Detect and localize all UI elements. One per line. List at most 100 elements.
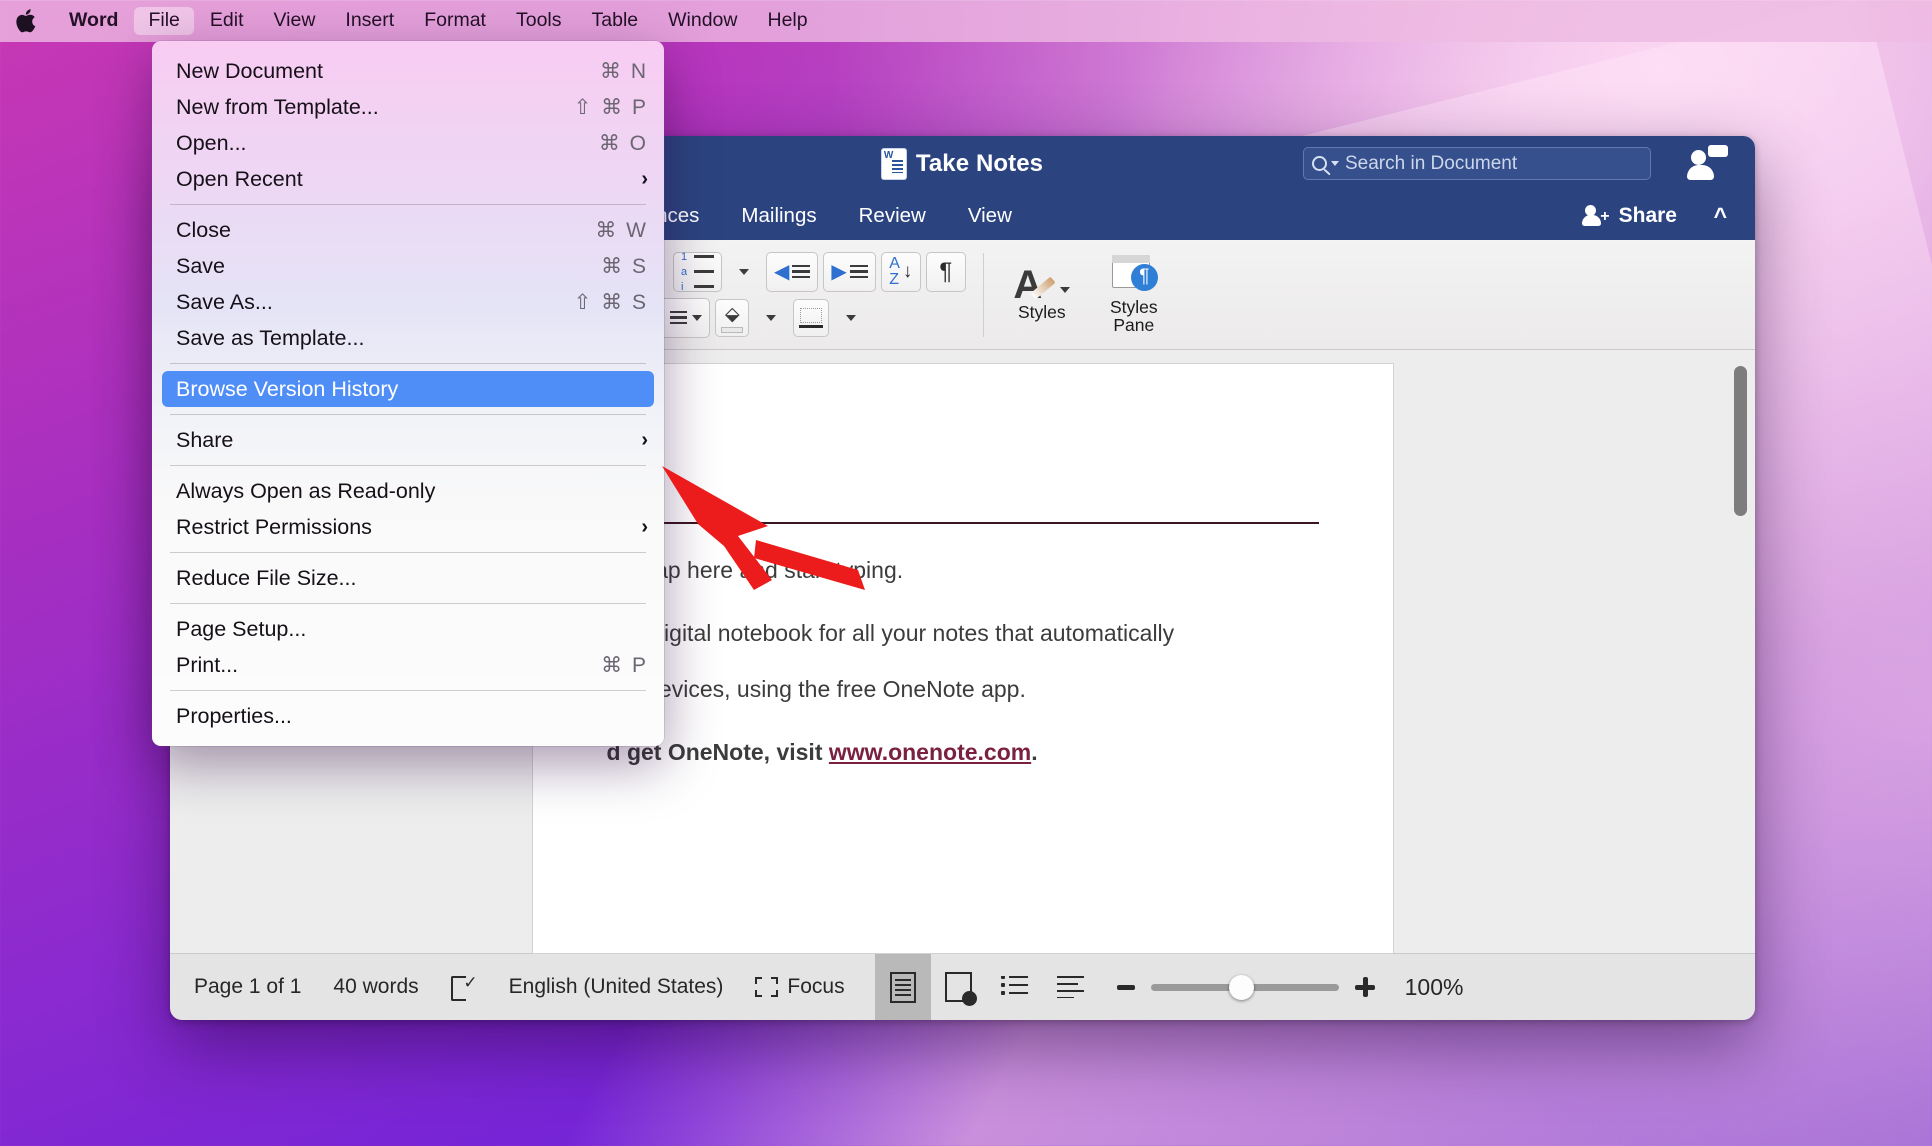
vertical-scrollbar[interactable]: [1734, 366, 1747, 516]
menu-item-label: New Document: [176, 58, 323, 83]
word-count[interactable]: 40 words: [317, 975, 434, 999]
ribbon-tab-review[interactable]: Review: [838, 200, 947, 232]
menubar-item-edit[interactable]: Edit: [196, 7, 258, 35]
language-indicator[interactable]: English (United States): [493, 975, 740, 999]
menu-item-label: Close: [176, 217, 231, 242]
menu-item-label: Share: [176, 427, 234, 452]
print-layout-view-button[interactable]: [874, 953, 931, 1020]
menu-separator: [170, 204, 646, 205]
decrease-indent-button[interactable]: ◀: [766, 251, 819, 292]
multilevel-caret[interactable]: [727, 253, 761, 291]
file-menu-item-share[interactable]: Share ›: [152, 422, 664, 458]
menu-item-shortcut: ⇧ ⌘ S: [573, 290, 648, 314]
focus-label: Focus: [787, 975, 845, 998]
outline-view-button[interactable]: [987, 954, 1043, 1021]
file-menu-item-reduce-file-size[interactable]: Reduce File Size...: [152, 560, 664, 596]
file-menu-item-close[interactable]: Close ⌘ W: [152, 212, 664, 248]
doc-paragraph-link: d get OneNote, visit www.onenote.com.: [607, 736, 1319, 770]
file-menu-dropdown: New Document ⌘ N New from Template... ⇧ ⌘ P…: [152, 41, 664, 746]
menu-separator: [170, 363, 646, 364]
share-label: Share: [1618, 204, 1677, 227]
menu-item-label: Properties...: [176, 703, 292, 728]
chevron-up-icon[interactable]: ^: [1714, 203, 1727, 230]
file-menu-item-save-as[interactable]: Save As... ⇧ ⌘ S: [152, 284, 664, 320]
zoom-slider-handle[interactable]: [1228, 974, 1254, 1000]
multilevel-list-button[interactable]: 1 a i: [673, 251, 723, 293]
menu-item-shortcut: ⌘ N: [600, 59, 648, 83]
file-menu-item-open[interactable]: Open... ⌘ O: [152, 125, 664, 161]
menu-item-label: Print...: [176, 652, 239, 677]
styles-group: A Styles ¶ Styles Pane: [992, 247, 1184, 343]
red-arrow-annotation: [660, 462, 870, 597]
web-layout-view-button[interactable]: [931, 954, 987, 1021]
ribbon-tab-view[interactable]: View: [947, 200, 1033, 232]
file-menu-item-properties[interactable]: Properties...: [152, 698, 664, 734]
menubar-item-window[interactable]: Window: [654, 7, 751, 35]
file-menu-item-page-setup[interactable]: Page Setup...: [152, 611, 664, 647]
menu-separator: [170, 465, 646, 466]
file-menu-item-new-from-template[interactable]: New from Template... ⇧ ⌘ P: [152, 89, 664, 125]
menu-item-label: Save: [176, 253, 226, 278]
styles-button[interactable]: A Styles: [1001, 265, 1083, 322]
file-menu-item-save[interactable]: Save ⌘ S: [152, 248, 664, 284]
pilcrow-button[interactable]: ¶: [925, 251, 966, 292]
borders-caret[interactable]: [834, 299, 868, 337]
menu-item-label: New from Template...: [176, 94, 379, 119]
search-in-document-field[interactable]: Search in Document: [1303, 147, 1651, 180]
menu-item-shortcut: ⌘ O: [598, 131, 648, 155]
menu-item-label: Browse Version History: [176, 376, 399, 401]
menubar-item-view[interactable]: View: [260, 7, 330, 35]
file-menu-item-always-open-as-read-only[interactable]: Always Open as Read-only: [152, 473, 664, 509]
zoom-percent[interactable]: 100%: [1405, 974, 1464, 1001]
ribbon-divider-2: [982, 252, 984, 337]
menubar-item-format[interactable]: Format: [410, 7, 500, 35]
styles-pane-label: Styles Pane: [1109, 296, 1158, 335]
chevron-right-icon: ›: [641, 167, 648, 190]
file-menu-item-browse-version-history[interactable]: Browse Version History: [162, 371, 654, 407]
file-menu-items: New Document ⌘ N New from Template... ⇧ ⌘ P…: [152, 53, 664, 734]
increase-indent-button[interactable]: ▶: [823, 251, 876, 292]
menu-item-shortcut: ⇧ ⌘ P: [573, 95, 648, 119]
page-count[interactable]: Page 1 of 1: [178, 975, 317, 999]
zoom-slider[interactable]: [1150, 974, 1339, 1000]
menu-separator: [170, 603, 646, 604]
ribbon-tab-mailings[interactable]: Mailings: [720, 200, 837, 232]
account-icon[interactable]: [1687, 145, 1728, 183]
menu-item-label: Save as Template...: [176, 325, 365, 350]
menubar-item-word[interactable]: Word: [55, 7, 132, 35]
share-button[interactable]: + Share: [1581, 204, 1677, 228]
file-menu-item-restrict-permissions[interactable]: Restrict Permissions ›: [152, 509, 664, 545]
menubar-items: Word File Edit View Insert Format Tools Table Wi…: [54, 7, 823, 35]
menu-item-label: Save As...: [176, 289, 273, 314]
styles-label: Styles: [1017, 301, 1066, 322]
menubar-item-insert[interactable]: Insert: [331, 7, 408, 35]
menubar-item-help[interactable]: Help: [753, 7, 821, 35]
zoom-in-icon[interactable]: [1354, 977, 1375, 997]
menu-item-label: Open...: [176, 130, 247, 155]
menubar-item-file[interactable]: File: [134, 7, 194, 35]
spell-check-icon[interactable]: [435, 973, 493, 1001]
onenote-link[interactable]: www.onenote.com: [829, 739, 1031, 765]
menubar-item-tools[interactable]: Tools: [502, 7, 576, 35]
sort-button[interactable]: A Z ↓: [880, 251, 921, 292]
file-menu-item-save-as-template[interactable]: Save as Template...: [152, 320, 664, 356]
shading-caret[interactable]: [754, 299, 788, 337]
file-menu-item-new-document[interactable]: New Document ⌘ N: [152, 53, 664, 89]
file-menu-item-print[interactable]: Print... ⌘ P: [152, 647, 664, 683]
chevron-down-icon: [1331, 161, 1339, 166]
file-menu-item-open-recent[interactable]: Open Recent ›: [152, 161, 664, 197]
menubar-item-table[interactable]: Table: [578, 7, 653, 35]
menu-separator: [170, 690, 646, 691]
styles-pane-button[interactable]: ¶ Styles Pane: [1093, 254, 1175, 335]
draft-view-button[interactable]: [1043, 954, 1099, 1021]
zoom-out-icon[interactable]: [1116, 984, 1135, 990]
apple-logo-icon[interactable]: [0, 7, 54, 35]
menu-item-label: Page Setup...: [176, 616, 307, 641]
focus-button[interactable]: Focus: [739, 975, 860, 999]
shading-button[interactable]: ⬙: [715, 298, 750, 337]
borders-button[interactable]: [793, 298, 830, 337]
menu-separator: [170, 414, 646, 415]
view-buttons: [874, 953, 1099, 1021]
doc-paragraph-3: our devices, using the free OneNote app.: [606, 675, 1026, 702]
document-title: Take Notes: [915, 150, 1044, 177]
